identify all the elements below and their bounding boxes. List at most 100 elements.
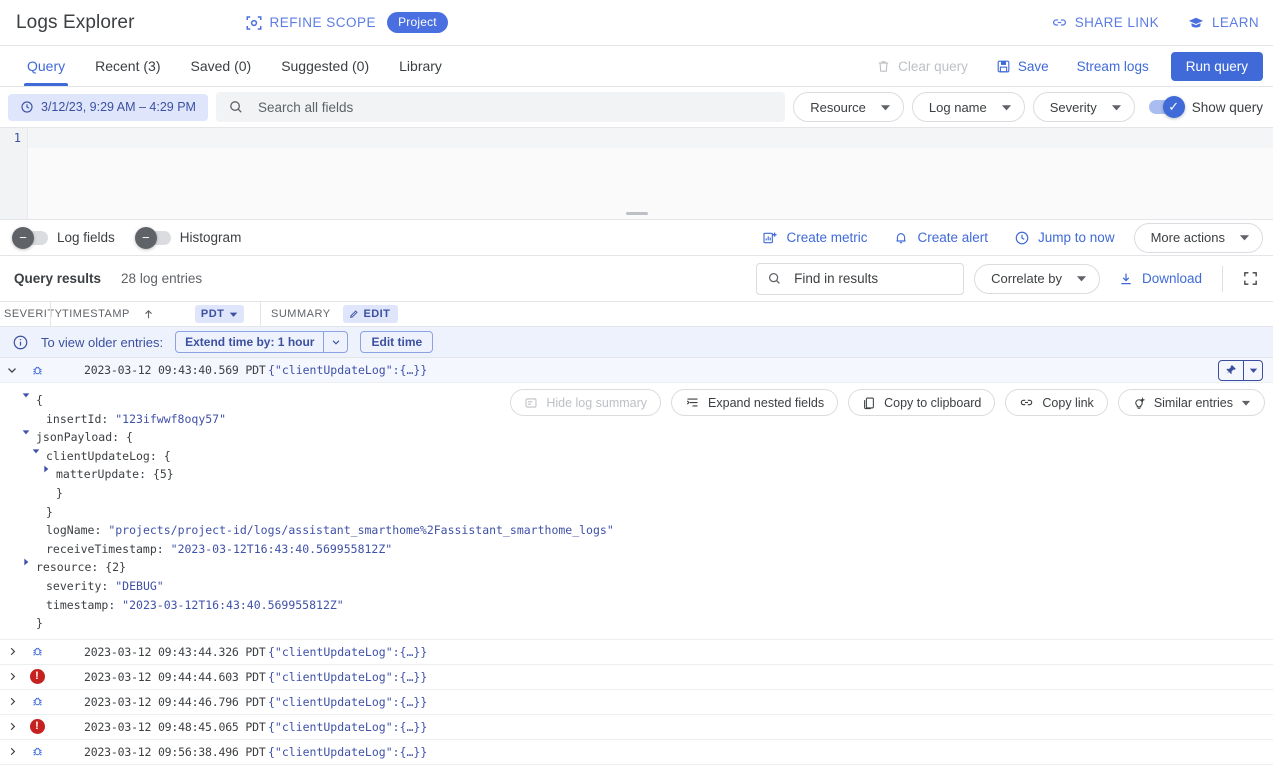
tab-query[interactable]: Query: [12, 46, 80, 86]
query-results-title: Query results: [14, 271, 101, 286]
expand-entry-caret[interactable]: [0, 745, 24, 758]
query-editor[interactable]: 1: [0, 127, 1273, 219]
chevron-down-icon: [880, 102, 891, 113]
stream-logs-button[interactable]: Stream logs: [1063, 59, 1163, 74]
create-metric-button[interactable]: Create metric: [749, 230, 880, 246]
edit-time-button[interactable]: Edit time: [360, 331, 433, 353]
tab-recent[interactable]: Recent (3): [80, 46, 175, 86]
pin-icon[interactable]: [1219, 361, 1243, 380]
tab-saved[interactable]: Saved (0): [175, 46, 266, 86]
save-query-button[interactable]: Save: [982, 59, 1063, 74]
chevron-down-icon[interactable]: [323, 332, 347, 352]
severity-filter[interactable]: Severity: [1033, 92, 1135, 122]
page-title: Logs Explorer: [16, 12, 135, 34]
expand-entry-caret[interactable]: [0, 670, 24, 683]
expand-nested-fields-button[interactable]: Expand nested fields: [671, 389, 838, 416]
sort-ascending-icon[interactable]: [142, 308, 155, 321]
minus-icon: −: [12, 227, 34, 249]
more-actions-label: More actions: [1151, 230, 1225, 245]
show-query-toggle-group: ✓ Show query: [1149, 100, 1263, 115]
link-icon: [1051, 14, 1068, 31]
log-name-filter[interactable]: Log name: [912, 92, 1025, 122]
scope-chip[interactable]: Project: [387, 12, 448, 33]
json-key: jsonPayload: [36, 428, 112, 447]
create-alert-button[interactable]: Create alert: [880, 230, 1001, 246]
editor-text-area[interactable]: [28, 128, 1273, 219]
histogram-toggle[interactable]: −: [137, 231, 171, 245]
extend-time-label: Extend time by: 1 hour: [176, 332, 323, 352]
query-results-actions: Correlate by Download: [756, 263, 1265, 295]
log-row[interactable]: !2023-03-12 09:44:44.603 PDT{"clientUpda…: [0, 665, 1273, 690]
log-fields-toggle[interactable]: −: [14, 231, 48, 245]
similar-entries-button[interactable]: Similar entries: [1118, 389, 1265, 416]
run-query-button[interactable]: Run query: [1171, 52, 1263, 81]
editor-resize-handle[interactable]: [626, 212, 648, 215]
log-timestamp: 2023-03-12 09:48:45.065 PDT: [50, 720, 260, 734]
collapse-entry-caret[interactable]: [0, 363, 24, 377]
time-range-label: 3/12/23, 9:29 AM – 4:29 PM: [41, 100, 196, 114]
error-severity-icon: !: [30, 719, 45, 734]
log-row[interactable]: 2023-03-12 09:43:44.326 PDT{"clientUpdat…: [0, 640, 1273, 665]
json-caret-down[interactable]: [20, 391, 32, 399]
expand-entry-caret[interactable]: [0, 695, 24, 708]
log-summary: {"clientUpdateLog":{…}}: [260, 645, 1273, 659]
log-row-expanded[interactable]: 2023-03-12 09:43:40.569 PDT {"clientUpda…: [0, 358, 1273, 383]
app-header: Logs Explorer REFINE SCOPE Project SHARE…: [0, 0, 1273, 46]
log-summary: {"clientUpdateLog":{…}}: [260, 745, 1273, 759]
search-input[interactable]: [256, 99, 773, 116]
edit-label: EDIT: [364, 308, 391, 320]
find-in-results[interactable]: [756, 263, 964, 295]
chevron-down-icon[interactable]: [1243, 361, 1262, 380]
log-row[interactable]: 2023-03-12 09:44:46.796 PDT{"clientUpdat…: [0, 690, 1273, 715]
log-entry-detail-actions: Hide log summary Expand nested fields Co…: [510, 389, 1265, 416]
log-timestamp: 2023-03-12 09:43:40.569 PDT: [50, 363, 260, 377]
correlate-by-button[interactable]: Correlate by: [974, 264, 1100, 294]
expand-entry-caret[interactable]: [0, 720, 24, 733]
extend-time-button[interactable]: Extend time by: 1 hour: [175, 331, 348, 353]
json-caret-right[interactable]: [20, 558, 32, 566]
log-entries-count: 28 log entries: [121, 271, 202, 286]
column-header-severity[interactable]: SEVERITY: [0, 308, 50, 320]
older-entries-banner: To view older entries: Extend time by: 1…: [0, 327, 1273, 358]
log-json-tree: {insertId: "123ifwwf8oqy57"jsonPayload: …: [0, 391, 1273, 633]
log-row[interactable]: !2023-03-12 09:48:45.065 PDT{"clientUpda…: [0, 715, 1273, 740]
json-caret-right[interactable]: [40, 465, 52, 473]
header-actions: SHARE LINK LEARN: [1051, 14, 1259, 32]
edit-summary-fields-button[interactable]: EDIT: [343, 305, 399, 323]
refine-scope-button[interactable]: REFINE SCOPE: [245, 14, 377, 32]
search-all-fields[interactable]: [216, 92, 785, 122]
clear-query-button[interactable]: Clear query: [862, 59, 982, 74]
severity-cell: [24, 745, 50, 759]
find-in-results-input[interactable]: [792, 270, 953, 287]
log-timestamp: 2023-03-12 09:43:44.326 PDT: [50, 645, 260, 659]
learn-button[interactable]: LEARN: [1187, 14, 1259, 32]
share-link-button[interactable]: SHARE LINK: [1051, 14, 1159, 31]
create-alert-label: Create alert: [917, 230, 988, 245]
timezone-selector[interactable]: PDT: [195, 305, 245, 323]
trash-icon: [876, 59, 891, 74]
download-button[interactable]: Download: [1110, 271, 1210, 287]
copy-to-clipboard-button[interactable]: Copy to clipboard: [848, 389, 995, 416]
resource-filter[interactable]: Resource: [793, 92, 904, 122]
log-rows-list: 2023-03-12 09:43:44.326 PDT{"clientUpdat…: [0, 640, 1273, 766]
tab-suggested[interactable]: Suggested (0): [266, 46, 384, 86]
json-key: clientUpdateLog: [46, 447, 150, 466]
share-link-label: SHARE LINK: [1075, 15, 1159, 30]
more-actions-button[interactable]: More actions: [1134, 223, 1263, 253]
fullscreen-button[interactable]: [1235, 264, 1265, 294]
json-caret-down[interactable]: [30, 447, 42, 455]
time-range-selector[interactable]: 3/12/23, 9:29 AM – 4:29 PM: [8, 94, 208, 121]
column-header-summary[interactable]: SUMMARY EDIT: [260, 302, 1273, 326]
tab-library[interactable]: Library: [384, 46, 457, 86]
copy-link-button[interactable]: Copy link: [1005, 389, 1107, 416]
json-value: }: [56, 484, 63, 503]
timezone-label: PDT: [201, 308, 225, 320]
search-icon: [228, 99, 244, 115]
log-row[interactable]: 2023-03-12 09:56:38.496 PDT{"clientUpdat…: [0, 740, 1273, 765]
jump-to-now-button[interactable]: Jump to now: [1001, 230, 1128, 246]
show-query-toggle[interactable]: ✓: [1149, 100, 1183, 114]
json-caret-down[interactable]: [20, 428, 32, 436]
hide-log-summary-button[interactable]: Hide log summary: [510, 389, 661, 416]
expand-entry-caret[interactable]: [0, 645, 24, 658]
column-header-timestamp[interactable]: TIMESTAMP PDT: [50, 302, 260, 326]
